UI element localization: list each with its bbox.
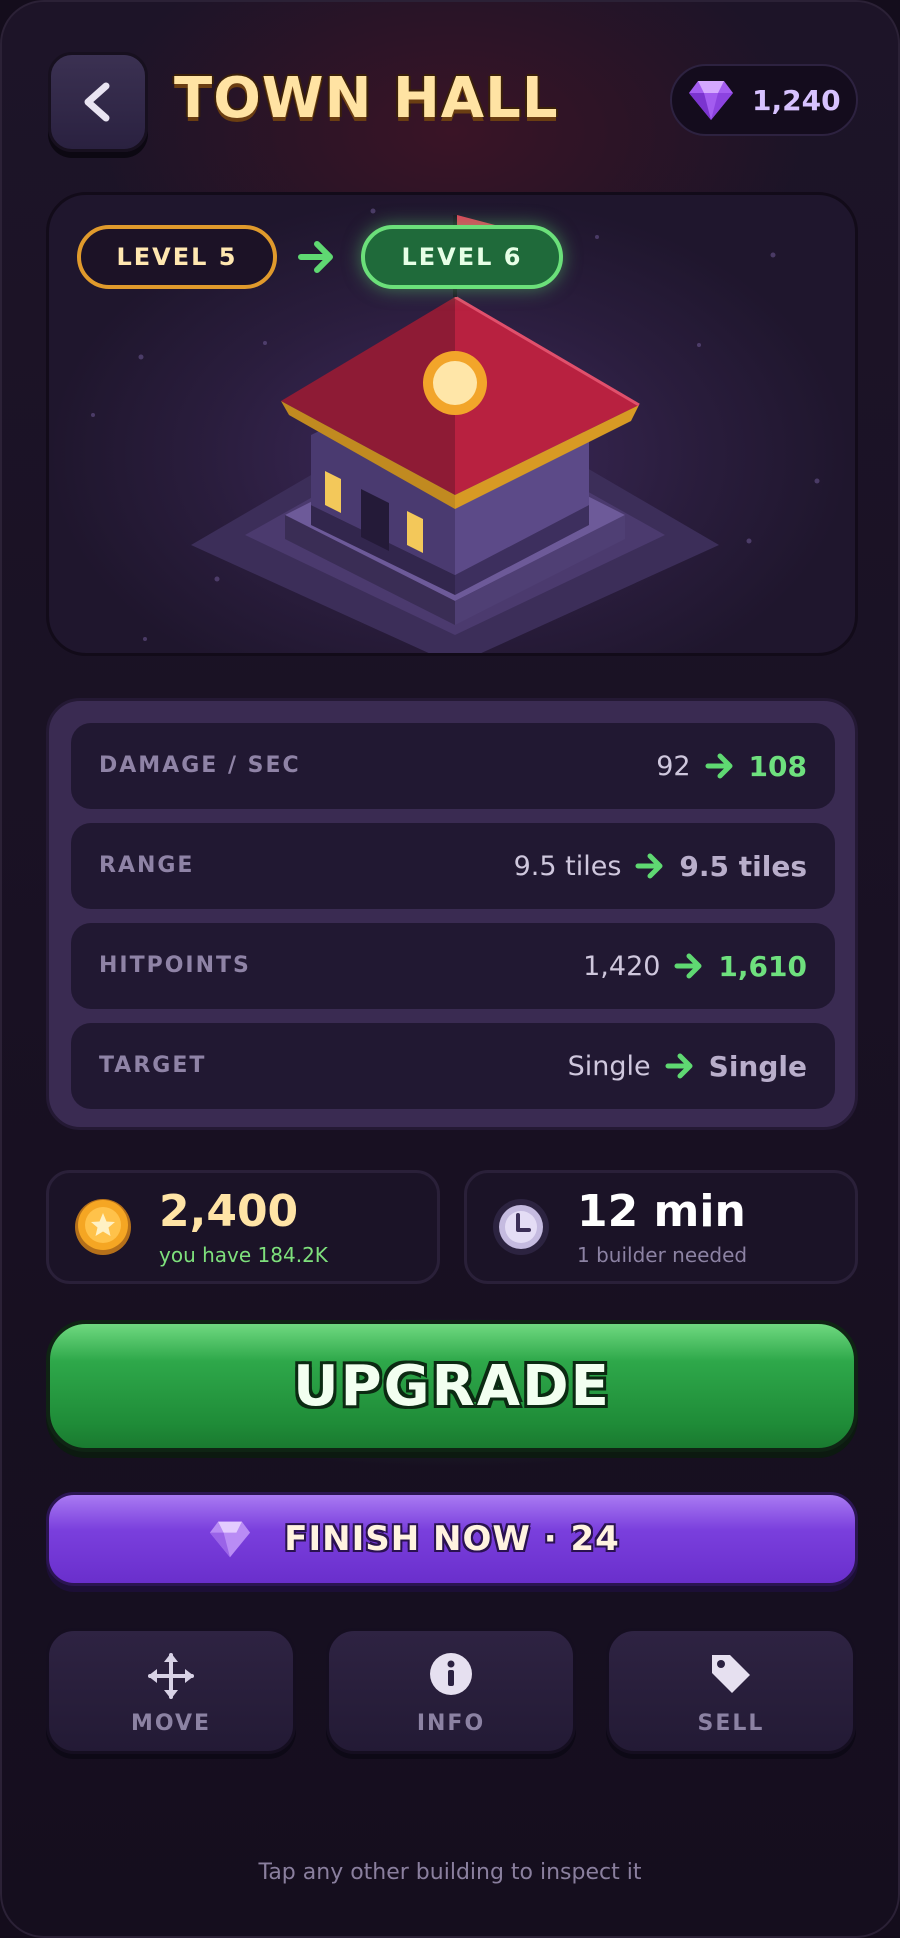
stat-label: TARGET: [99, 1053, 207, 1078]
screen: TOWN HALL 1,240 LEVEL 5 LEVEL 6 DAMAGE /…: [0, 0, 900, 1938]
builder-requirement: 1 builder needed: [577, 1243, 748, 1267]
building-preview: LEVEL 5 LEVEL 6: [46, 192, 858, 656]
stats-panel: DAMAGE / SEC 92 108 RANGE 9.5 tiles 9.5 …: [46, 698, 858, 1130]
clock-icon: [493, 1199, 549, 1255]
page-title: TOWN HALL: [174, 66, 559, 131]
back-button[interactable]: [48, 52, 148, 152]
stat-label: RANGE: [99, 853, 195, 878]
move-label: MOVE: [130, 1711, 212, 1736]
upgrade-label: UPGRADE: [293, 1353, 611, 1419]
chevron-left-icon: [84, 82, 110, 122]
stat-row-hitpoints: HITPOINTS 1,420 1,610: [71, 923, 835, 1009]
gold-cost-card: 2,400 you have 184.2K: [46, 1170, 440, 1284]
move-arrows-icon: [148, 1653, 194, 1699]
stat-row-range: RANGE 9.5 tiles 9.5 tiles: [71, 823, 835, 909]
gem-icon: [689, 81, 733, 120]
arrow-right-icon: [298, 241, 333, 273]
arrow-right-icon: [674, 953, 702, 979]
stat-current: 1,420: [583, 950, 661, 982]
info-icon: [430, 1653, 472, 1695]
gem-icon: [209, 1521, 251, 1558]
next-level-badge: LEVEL 6: [361, 225, 563, 289]
move-button[interactable]: MOVE: [46, 1628, 296, 1754]
gold-cost-amount: 2,400: [159, 1186, 299, 1237]
stat-next: Single: [708, 1049, 807, 1083]
info-label: INFO: [416, 1711, 486, 1736]
gold-balance: you have 184.2K: [159, 1243, 328, 1267]
stat-current: 92: [656, 750, 691, 782]
stat-label: DAMAGE / SEC: [99, 753, 301, 778]
build-time: 12 min: [577, 1186, 746, 1237]
stat-next: 9.5 tiles: [679, 849, 807, 883]
arrow-right-icon: [665, 1053, 693, 1079]
time-cost-card: 12 min 1 builder needed: [464, 1170, 858, 1284]
footer-hint: Tap any other building to inspect it: [258, 1860, 642, 1885]
gem-counter[interactable]: 1,240: [670, 64, 858, 136]
gold-coin-icon: [75, 1199, 131, 1255]
gem-count: 1,240: [752, 83, 841, 117]
arrow-right-icon: [705, 753, 733, 779]
stat-row-damage: DAMAGE / SEC 92 108: [71, 723, 835, 809]
stat-row-target: TARGET Single Single: [71, 1023, 835, 1109]
current-level-badge: LEVEL 5: [77, 225, 277, 289]
sell-button[interactable]: SELL: [606, 1628, 856, 1754]
info-button[interactable]: INFO: [326, 1628, 576, 1754]
finish-now-button[interactable]: FINISH NOW · 24: [46, 1492, 858, 1586]
stat-current: 9.5 tiles: [513, 850, 622, 882]
arrow-right-icon: [635, 853, 663, 879]
stat-next: 108: [748, 749, 807, 783]
stat-label: HITPOINTS: [99, 953, 251, 978]
finish-now-label: FINISH NOW · 24: [284, 1519, 620, 1559]
sell-label: SELL: [697, 1711, 765, 1736]
stat-current: Single: [567, 1050, 651, 1082]
upgrade-button[interactable]: UPGRADE: [46, 1320, 858, 1452]
price-tag-icon: [712, 1655, 750, 1693]
stat-next: 1,610: [718, 949, 807, 983]
